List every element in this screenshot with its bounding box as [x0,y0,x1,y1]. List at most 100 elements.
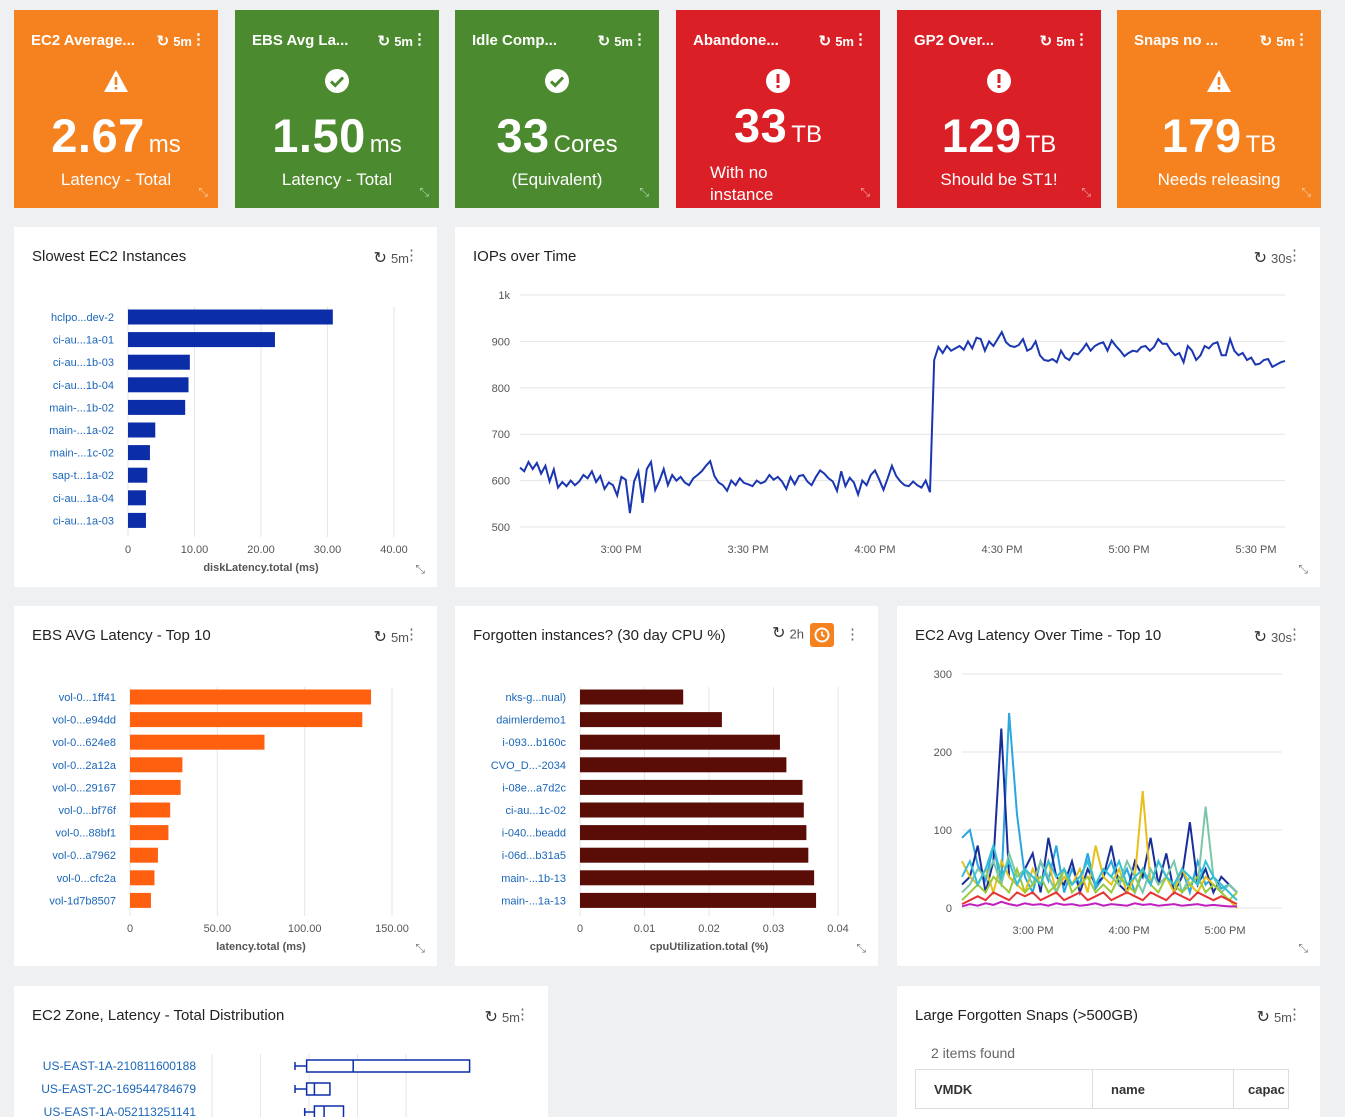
kpi-tile[interactable]: Snaps no ... ↻ 5m ⋮ 179 TB Needs releasing… [1117,10,1321,208]
column-header-name[interactable]: name [1092,1069,1234,1109]
x-tick-label: 4:00 PM [855,544,896,556]
category-label: hclpo...dev-2 [51,312,114,324]
x-tick-label: 0 [127,923,133,935]
expand-icon[interactable]: ⤡ [1298,562,1308,577]
kpi-number: 179 [1161,109,1242,162]
forgotten-instances-panel: Forgotten instances? (30 day CPU %) ↻ 2h … [455,606,878,966]
kpi-subtitle: With no instance [710,163,774,204]
category-label: vol-0...bf76f [59,805,117,817]
bar [130,689,372,705]
expand-icon[interactable]: ⤡ [198,185,208,200]
expand-icon[interactable]: ⤡ [415,562,425,577]
category-label: main-...1a-13 [501,895,566,907]
y-tick-label: 300 [934,669,952,681]
expand-icon[interactable]: ⤡ [1081,185,1091,200]
forgotten-instances-chart: 0 0.01 0.02 0.03 0.04 cpuUtilization.total (%… [491,687,849,953]
bar [130,712,363,728]
series-line [961,728,1238,896]
column-header-vmdk[interactable]: VMDK [915,1069,1093,1109]
kpi-subtitle: Latency - Total [60,170,172,189]
bar [128,422,156,438]
bar [130,779,181,795]
menu-icon[interactable]: ⋮ [632,30,647,48]
menu-icon[interactable]: ⋮ [412,30,427,48]
expand-icon[interactable]: ⤡ [856,941,866,956]
expand-icon[interactable]: ⤡ [1298,941,1308,956]
category-label: nks-g...nual) [505,692,566,704]
y-tick-label: 200 [934,747,952,759]
bar [580,870,815,886]
category-label: CVO_D...-2034 [491,760,566,772]
kpi-value: 1.50 ms [235,108,439,163]
x-tick-label: 3:00 PM [1013,925,1054,937]
refresh-control[interactable]: ↻ 5m [1260,32,1295,50]
menu-icon[interactable]: ⋮ [1287,1005,1302,1023]
kpi-title: GP2 Over... [914,32,995,49]
zone-distribution-panel: EC2 Zone, Latency - Total Distribution ↻… [14,986,548,1117]
y-tick-label: 700 [492,429,510,441]
refresh-control[interactable]: ↻ 5m [819,32,854,50]
kpi-subtitle: Should be ST1! [940,170,1058,189]
kpi-tile[interactable]: Idle Comp... ↻ 5m ⋮ 33 Cores (Equivalent) … [455,10,659,208]
menu-icon[interactable]: ⋮ [1074,30,1089,48]
expand-icon[interactable]: ⤡ [419,185,429,200]
category-label: US-EAST-1A-052113251141 [44,1105,197,1117]
panel-title: Large Forgotten Snaps (>500GB) [915,1007,1139,1024]
bar [580,734,780,750]
kpi-value: 129 TB [897,108,1101,163]
kpi-title: EC2 Average... [31,32,135,49]
refresh-icon: ↻ [156,33,170,50]
error-circle-icon [765,68,791,94]
forgotten-snaps-panel: Large Forgotten Snaps (>500GB) ↻ 5m ⋮ 2 i… [897,986,1320,1117]
bar [128,354,190,370]
box [313,1105,345,1117]
x-tick-label: 40.00 [380,544,408,556]
kpi-tile[interactable]: EBS Avg La... ↻ 5m ⋮ 1.50 ms Latency - Tot… [235,10,439,208]
refresh-control[interactable]: ↻ 5m [1040,32,1075,50]
kpi-title: Idle Comp... [472,32,558,49]
error-circle-icon [986,68,1012,94]
kpi-tile[interactable]: Abandone... ↻ 5m ⋮ 33 TB With no instance ⤡ [676,10,880,208]
bar [130,802,171,818]
kpi-subtitle: Latency - Total [281,170,393,189]
x-axis-label: latency.total (ms) [216,941,306,953]
kpi-subtitle: Needs releasing [1157,170,1281,189]
items-count: 2 items found [931,1045,1016,1061]
ec2-latency-time-chart: 300 200 100 0 3:00 PM 4:00 PM 5:00 PM [934,669,1282,937]
kpi-title: Abandone... [693,32,779,49]
iops-panel: IOPs over Time ↻ 30s ⋮ 1k 900 800 700 600 500 3… [455,227,1320,587]
x-tick-label: 150.00 [375,923,409,935]
bar [128,512,146,528]
menu-icon[interactable]: ⋮ [1294,30,1309,48]
expand-icon[interactable]: ⤡ [1301,185,1311,200]
check-circle-icon [324,68,350,94]
column-header-capacity[interactable]: capac [1233,1069,1289,1109]
expand-icon[interactable]: ⤡ [415,941,425,956]
category-label: main-...1a-02 [49,425,114,437]
refresh-control[interactable]: ↻ 5m [378,32,413,50]
kpi-unit: Cores [553,131,618,158]
menu-icon[interactable]: ⋮ [853,30,868,48]
menu-icon[interactable]: ⋮ [191,30,206,48]
refresh-control[interactable]: ↻ 5m [598,32,633,50]
category-label: vol-0...29167 [52,782,116,794]
kpi-tile[interactable]: EC2 Average... ↻ 5m ⋮ 2.67 ms Latency - To… [14,10,218,208]
kpi-number: 1.50 [272,109,366,162]
x-tick-label: 30.00 [314,544,342,556]
category-label: ci-au...1b-04 [53,380,114,392]
kpi-unit: TB [1245,131,1277,158]
expand-icon[interactable]: ⤡ [860,185,870,200]
series-line [519,329,1286,514]
bar [128,332,275,348]
x-tick-label: 20.00 [247,544,275,556]
expand-icon[interactable]: ⤡ [639,185,649,200]
bar [130,892,151,908]
category-label: main-...1b-02 [49,402,114,414]
refresh-control[interactable]: ↻ 5m [157,32,192,50]
bar [130,825,169,841]
kpi-tile[interactable]: GP2 Over... ↻ 5m ⋮ 129 TB Should be ST1! ⤡ [897,10,1101,208]
warning-icon [103,68,129,94]
ebs-latency-panel: EBS AVG Latency - Top 10 ↻ 5m ⋮ 0 50.00 100… [14,606,437,966]
box [305,1082,331,1096]
x-tick-label: 3:00 PM [601,544,642,556]
